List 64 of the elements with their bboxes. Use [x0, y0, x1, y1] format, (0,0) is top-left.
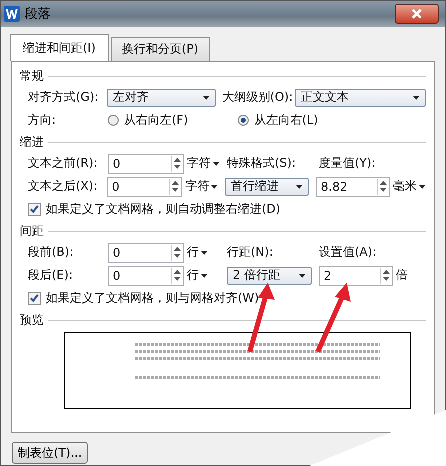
checkbox-label[interactable]: 如果定义了文档网格，则自动调整右缩进(D) — [46, 201, 281, 218]
caret-icon — [299, 274, 306, 278]
outline-level-dropdown[interactable]: 正文文本 — [295, 88, 426, 106]
checkbox[interactable] — [28, 292, 41, 305]
close-button[interactable] — [395, 4, 439, 24]
spin-arrows-icon[interactable] — [172, 181, 180, 192]
field-label: 特殊格式(S): — [227, 155, 298, 172]
caret-icon — [413, 96, 420, 100]
radio-button[interactable] — [238, 115, 250, 126]
field-label: 文本之前(R): — [28, 155, 99, 172]
caret-icon — [211, 184, 218, 188]
number-field[interactable]: 0 — [108, 154, 184, 174]
checkbox-label[interactable]: 如果定义了文档网格，则与网格对齐(W) — [46, 290, 260, 307]
number-field[interactable]: 0 — [107, 176, 182, 196]
unit-dropdown[interactable]: 字符 — [187, 155, 227, 172]
caret-icon — [201, 250, 208, 254]
caret-icon — [203, 96, 210, 100]
radio-label[interactable]: 从左向右(L) — [254, 112, 318, 129]
section-heading: 缩进 — [20, 134, 44, 150]
field-label: 大纲级别(O): — [222, 89, 294, 106]
caret-icon — [201, 274, 208, 278]
spin-arrows-icon[interactable] — [174, 270, 181, 281]
caret-icon — [419, 184, 426, 188]
unit-dropdown[interactable]: 毫米 — [393, 178, 426, 195]
field-label: 方向: — [28, 112, 58, 129]
close-icon[interactable] — [412, 9, 422, 19]
field-label: 设置值(A): — [319, 244, 377, 261]
check-icon — [30, 205, 39, 214]
field-label: 对齐方式(G): — [28, 89, 100, 106]
app-logo-icon — [4, 6, 20, 22]
unit-dropdown[interactable]: 字符 — [185, 178, 225, 195]
line-spacing-dropdown[interactable]: 2 倍行距 — [227, 266, 312, 284]
caret-icon — [213, 162, 220, 166]
field-label: 段后(E): — [28, 267, 74, 284]
field-label: 行距(N): — [227, 244, 274, 261]
spin-arrows-icon[interactable] — [174, 158, 181, 169]
section-heading: 预览 — [20, 312, 44, 328]
tab-stops-button[interactable]: 制表位(T)... — [12, 442, 88, 464]
section-heading: 间距 — [20, 222, 44, 240]
checkbox[interactable] — [28, 203, 41, 216]
alignment-dropdown[interactable]: 左对齐 — [107, 88, 216, 106]
check-icon — [30, 294, 39, 303]
window-title: 段落 — [25, 6, 51, 23]
number-field[interactable]: 0 — [108, 266, 184, 286]
annotation-arrow — [316, 283, 351, 354]
caret-icon — [296, 184, 304, 188]
field-label: 度量值(Y): — [319, 155, 376, 172]
number-field[interactable]: 2 — [319, 266, 393, 286]
unit-label: 倍 — [396, 267, 408, 284]
field-label: 文本之后(X): — [28, 178, 99, 195]
radio-label[interactable]: 从右向左(F) — [124, 112, 188, 129]
field-label: 段前(B): — [28, 244, 75, 261]
spin-arrows-icon[interactable] — [383, 270, 390, 281]
tab[interactable]: 缩进和间距(I) — [10, 34, 109, 61]
number-field[interactable]: 0 — [108, 242, 184, 262]
unit-dropdown[interactable]: 行 — [187, 244, 227, 261]
tab[interactable]: 换行和分页(P) — [110, 37, 210, 61]
unit-dropdown[interactable]: 行 — [187, 267, 227, 284]
radio-button[interactable] — [108, 115, 119, 126]
number-field[interactable]: 8.82 — [316, 176, 390, 196]
spin-arrows-icon[interactable] — [380, 181, 388, 192]
section-heading: 常规 — [20, 68, 44, 84]
spin-arrows-icon[interactable] — [174, 247, 181, 258]
special-format-dropdown[interactable]: 首行缩进 — [224, 178, 310, 196]
